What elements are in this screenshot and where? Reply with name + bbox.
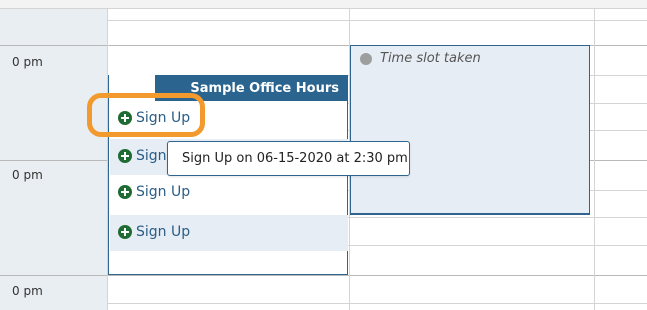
signup-slot: Sign Up (110, 215, 348, 251)
signup-tooltip: Sign Up on 06-15-2020 at 2:30 pm (167, 141, 410, 176)
time-label: 0 pm (12, 284, 43, 298)
highlight-ring (87, 93, 205, 137)
signup-link[interactable]: Sign Up (118, 224, 190, 240)
grid-line (0, 275, 647, 276)
plus-circle-icon (118, 225, 132, 239)
grid-divider (594, 8, 595, 310)
plus-circle-icon (118, 149, 132, 163)
signup-slot: Sign Up (110, 175, 348, 211)
signup-label: Sign Up (136, 184, 191, 200)
signup-label: Sign Up (136, 224, 191, 240)
plus-circle-icon (118, 185, 132, 199)
time-column: 0 pm 0 pm 0 pm (0, 8, 107, 310)
taken-slot-label: Time slot taken (380, 51, 481, 66)
grid-line (107, 20, 647, 21)
gray-dot-icon (360, 53, 372, 65)
grid-line (0, 8, 647, 9)
grid-line (107, 303, 647, 304)
tooltip-text: Sign Up on 06-15-2020 at 2:30 pm (182, 151, 408, 166)
top-fade (0, 0, 647, 8)
time-label: 0 pm (12, 168, 43, 182)
signup-link[interactable]: Sign Up (118, 184, 190, 200)
taken-time-slot: Time slot taken (350, 45, 590, 215)
time-label: 0 pm (12, 55, 43, 69)
